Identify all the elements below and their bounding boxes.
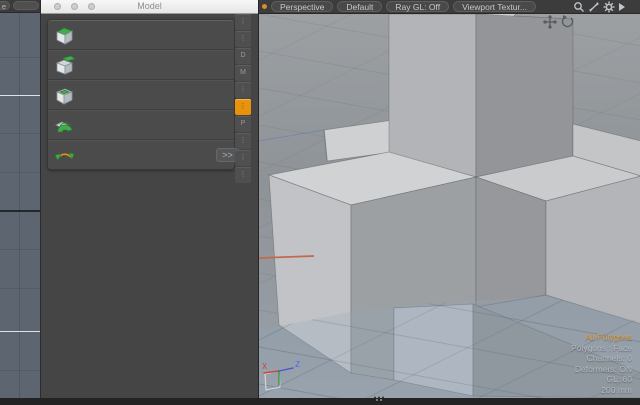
viewport-button-ray-gl-off[interactable]: Ray GL: Off (386, 1, 449, 12)
window-close-button[interactable] (54, 3, 61, 10)
grid-line (0, 249, 40, 250)
side-tab[interactable]: D (235, 48, 251, 64)
divider-grip[interactable] (374, 395, 386, 403)
side-tab[interactable]: ⋮ (235, 167, 251, 183)
grid-line (0, 57, 40, 58)
partial-viewport-button[interactable]: e (0, 1, 10, 10)
window-zoom-button[interactable] (88, 3, 95, 10)
perspective-viewport[interactable]: X Z Perspective Default Ray GL: Off Viewpor… (258, 0, 640, 405)
viewport-stat: Deformers: ON (571, 364, 632, 375)
window-minimize-button[interactable] (71, 3, 78, 10)
selection-mode-label: All Polygons (571, 332, 632, 343)
extend-cube-icon (54, 55, 76, 75)
side-tab[interactable]: ⋮ (235, 150, 251, 166)
palette-titlebar[interactable]: Model (41, 0, 258, 14)
viewport-toolbar: Perspective Default Ray GL: Off Viewport Te… (259, 0, 640, 14)
viewport-stat: Polygons : Face (571, 343, 632, 354)
side-tab[interactable]: M (235, 65, 251, 81)
axis-line (0, 210, 40, 212)
tool-list-panel (47, 19, 235, 170)
viewport-info-overlay: All PolygonsPolygons : FaceChannels: 0De… (571, 332, 632, 395)
viewport-button-perspective[interactable]: Perspective (271, 1, 333, 12)
tool-row-extend[interactable] (48, 50, 234, 80)
background-viewport-strip: e (0, 0, 40, 405)
side-tab-active[interactable]: ⋮ (235, 99, 251, 115)
side-tab[interactable]: ⋮ (235, 31, 251, 47)
grid-line (0, 288, 40, 289)
side-tab[interactable]: ⋮ (235, 133, 251, 149)
grid-line (19, 12, 20, 405)
viewport-status-dot[interactable] (262, 4, 267, 9)
tool-row-slide[interactable] (48, 140, 234, 169)
mesh-face (476, 14, 573, 177)
viewport-button-default[interactable]: Default (337, 1, 382, 12)
search-icon[interactable] (573, 1, 585, 13)
bridge-arc-icon (54, 115, 76, 135)
viewport-menu-arrow-icon[interactable] (618, 2, 626, 12)
side-tab[interactable]: P (235, 116, 251, 132)
tool-row-bevel[interactable] (48, 80, 234, 110)
workplane-line (0, 331, 40, 332)
partial-viewport-button[interactable] (13, 1, 39, 10)
model-palette-window: Model >> ⋮⋮DM⋮⋮P⋮⋮⋮ (40, 0, 258, 405)
side-tab[interactable]: ⋮ (235, 14, 251, 30)
extrude-cube-icon (54, 25, 76, 45)
bottom-window-edge (0, 398, 640, 405)
tool-row-extrude[interactable] (48, 20, 234, 50)
palette-side-tabs: ⋮⋮DM⋮⋮P⋮⋮⋮ (235, 14, 251, 184)
workplane-line (0, 95, 40, 96)
maximize-viewport-icon[interactable] (588, 1, 600, 13)
viewport-stat: 200 mm (571, 385, 632, 396)
grid-line (0, 133, 40, 134)
background-viewport-toolbar: e (0, 0, 40, 13)
gizmo-z-label: Z (295, 360, 300, 369)
viewport-button-viewport-textur[interactable]: Viewport Textur... (453, 1, 536, 12)
slide-arrows-icon (54, 145, 76, 165)
grid-line (0, 172, 40, 173)
bevel-cube-icon (54, 85, 76, 105)
tool-row-bridge[interactable] (48, 110, 234, 140)
viewport-stat: GL: 60 (571, 374, 632, 385)
mesh-face (389, 14, 476, 177)
side-tab[interactable]: ⋮ (235, 82, 251, 98)
viewport-toolbar-buttons: Perspective Default Ray GL: Off Viewport Te… (271, 1, 536, 12)
gear-icon[interactable] (603, 1, 615, 13)
grid-line (0, 370, 40, 371)
gizmo-x-label: X (262, 362, 267, 371)
viewport-stat: Channels: 0 (571, 353, 632, 364)
